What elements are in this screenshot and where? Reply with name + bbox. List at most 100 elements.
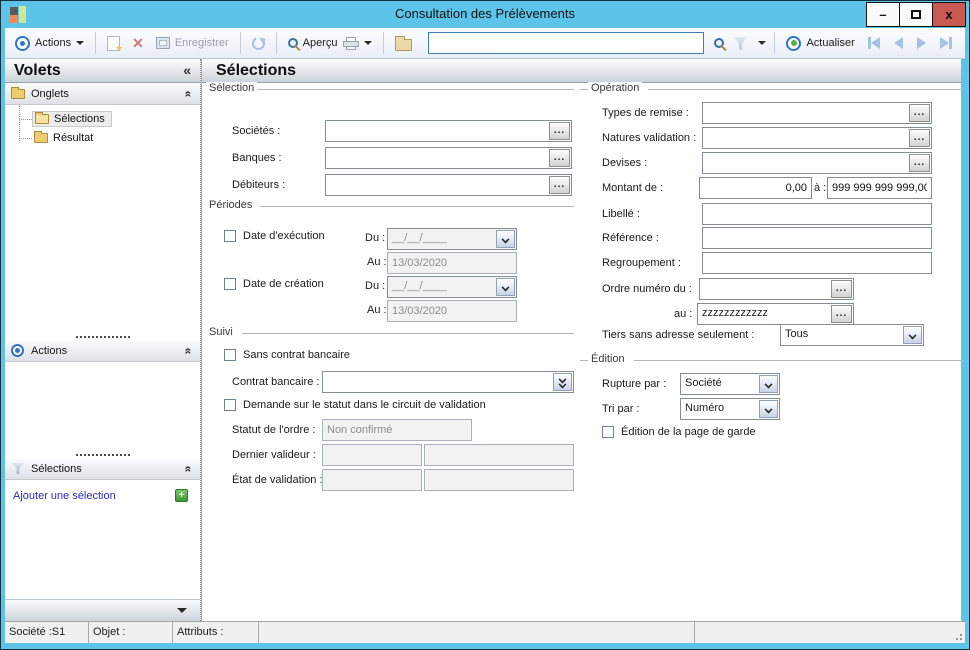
libelle-field[interactable] [702,203,932,225]
banques-field[interactable]: ... [325,147,572,169]
etat-validation-field-1[interactable] [322,469,422,491]
group-selection-legend: Sélection [206,82,257,94]
page-garde-label: Édition de la page de garde [621,426,756,438]
status-attributs: Attributs : [173,622,259,643]
toolbar-separator [774,32,775,54]
preview-magnifier-icon [288,38,298,48]
sidebar-header: Volets « [5,59,200,83]
regroupement-field[interactable] [702,252,932,274]
types-remise-lookup-button[interactable]: ... [909,104,930,122]
section-onglets[interactable]: Onglets « [5,83,200,105]
search-button[interactable] [708,30,730,56]
add-selection-plus-icon[interactable]: + [175,489,188,502]
ordre-numero-du-lookup-button[interactable]: ... [831,280,852,298]
montant-de-label: Montant de : [602,182,663,194]
date-creation-du-dropdown-icon[interactable] [496,278,515,296]
actions-label: Actions [35,37,71,49]
tri-dropdown-icon[interactable] [759,400,778,418]
rupture-dropdown-icon[interactable] [759,375,778,393]
tree-item-label: Résultat [53,132,93,144]
reference-field[interactable] [702,227,932,249]
new-button[interactable] [101,30,126,56]
date-creation-du-combo[interactable]: __/__/____ [387,276,517,298]
natures-validation-lookup-button[interactable]: ... [909,129,930,147]
types-remise-field[interactable]: ... [702,102,932,124]
au-label: Au : [367,304,387,316]
collapse-onglets-icon[interactable]: « [182,91,196,98]
date-execution-du-combo[interactable]: __/__/____ [387,228,517,250]
demande-statut-label: Demande sur le statut dans le circuit de… [243,399,486,411]
scroll-down-icon [177,608,187,613]
print-button[interactable] [343,30,378,56]
group-suivi-legend: Suivi [206,326,236,338]
tiers-sans-adresse-combo[interactable]: Tous [780,324,924,346]
natures-validation-field[interactable]: ... [702,127,932,149]
tree-item-selections[interactable]: Sélections [5,110,200,128]
status-bar: Société :S1 Objet : Attributs : [5,621,965,643]
sidebar-footer-bar[interactable] [5,599,200,621]
nav-next-button[interactable] [910,31,933,55]
resize-grip[interactable] [952,630,962,640]
toolbar-separator [383,32,384,54]
devises-field[interactable]: ... [702,152,932,174]
debiteurs-lookup-button[interactable]: ... [549,176,570,194]
rupture-par-label: Rupture par : [602,378,666,390]
tri-par-combo[interactable]: Numéro [680,398,780,420]
debiteurs-field[interactable]: ... [325,174,572,196]
refresh-button[interactable] [246,30,271,56]
minimize-button[interactable]: – [866,2,900,27]
toolbar-separator [276,32,277,54]
banques-lookup-button[interactable]: ... [549,149,570,167]
montant-de-field[interactable] [699,177,812,199]
main-panel: Sélections Sélection Sociétés : ... Banq… [202,59,961,621]
ordre-numero-au-field[interactable]: zzzzzzzzzzzz ... [697,303,854,325]
preview-button[interactable]: Aperçu [282,30,344,56]
date-execution-du-dropdown-icon[interactable] [496,230,515,248]
delete-button[interactable]: ✕ [126,30,150,56]
dernier-valideur-field-1[interactable] [322,444,422,466]
close-button[interactable]: x [932,2,966,27]
collapse-actions-icon[interactable]: « [182,348,196,355]
filter-button[interactable] [730,30,769,56]
societes-field[interactable]: ... [325,120,572,142]
rupture-par-combo[interactable]: Société [680,373,780,395]
societes-lookup-button[interactable]: ... [549,122,570,140]
date-creation-checkbox[interactable] [224,278,236,290]
actualiser-button[interactable]: Actualiser [780,30,860,56]
nav-last-button[interactable] [933,31,959,55]
save-button[interactable]: Enregistrer [150,30,235,56]
etat-validation-field-2[interactable] [424,469,574,491]
tree-item-label: Sélections [54,113,105,125]
search-input[interactable] [428,32,704,54]
demande-statut-checkbox[interactable] [224,399,236,411]
page-garde-checkbox[interactable] [602,426,614,438]
maximize-icon [911,10,921,19]
contrat-bancaire-combo[interactable] [322,371,574,393]
date-execution-au-field[interactable] [387,252,517,274]
sidebar-collapse-button[interactable]: « [183,62,191,78]
actualiser-icon [786,36,801,51]
contrat-bancaire-double-chevron-icon[interactable] [553,373,572,391]
dernier-valideur-field-2[interactable] [424,444,574,466]
folder-button[interactable] [389,30,418,56]
nav-first-button[interactable] [861,31,887,55]
tiers-dropdown-icon[interactable] [903,326,922,344]
societes-label: Sociétés : [232,125,280,137]
ordre-numero-au-lookup-button[interactable]: ... [831,305,852,323]
filter-caret-icon [758,41,766,45]
maximize-button[interactable] [899,2,933,27]
section-actions[interactable]: Actions « [5,340,200,362]
date-creation-au-field[interactable] [387,300,517,322]
devises-lookup-button[interactable]: ... [909,154,930,172]
statut-ordre-field[interactable] [322,419,472,441]
date-execution-checkbox[interactable] [224,230,236,242]
ordre-numero-du-field[interactable]: ... [699,278,854,300]
collapse-selections-icon[interactable]: « [182,466,196,473]
sans-contrat-checkbox[interactable] [224,349,236,361]
montant-a-field[interactable] [827,177,932,199]
tree-item-resultat[interactable]: Résultat [5,129,200,147]
add-selection-link[interactable]: Ajouter une sélection [13,490,116,502]
nav-previous-button[interactable] [887,31,910,55]
actions-menu-button[interactable]: Actions [9,30,90,56]
section-selections[interactable]: Sélections « [5,458,200,480]
